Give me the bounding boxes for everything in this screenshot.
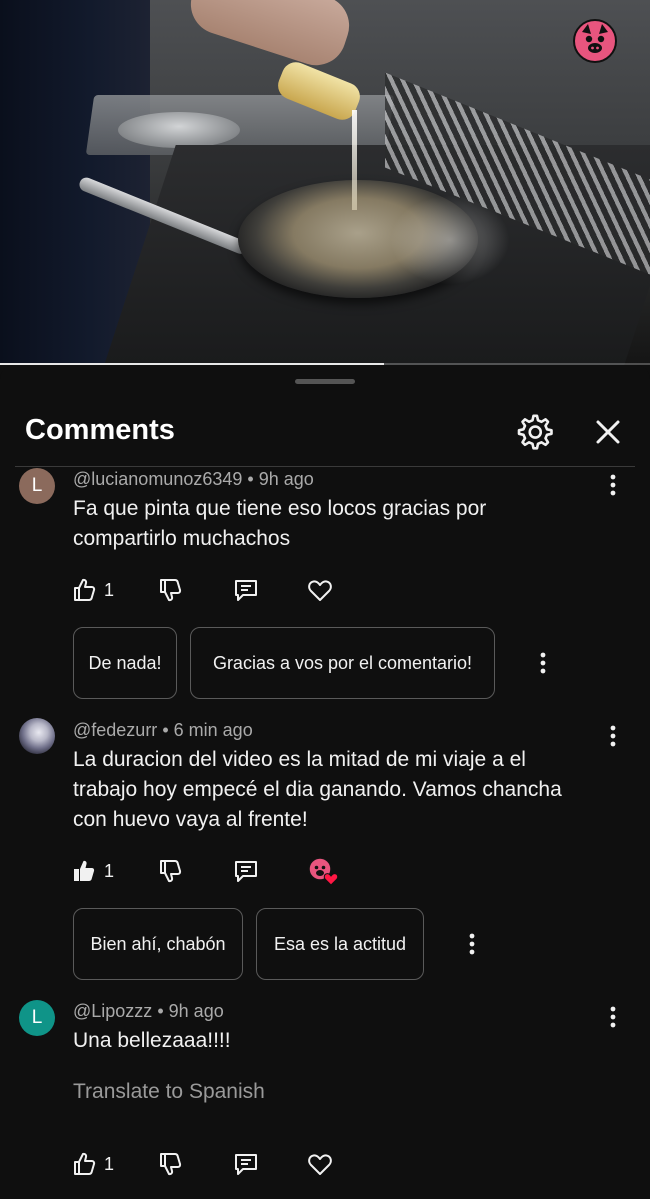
reply-suggestion-chip[interactable]: Esa es la actitud xyxy=(256,908,424,980)
dislike-button[interactable] xyxy=(156,573,184,607)
comment-author[interactable]: @lucianomunoz6349 xyxy=(73,469,242,489)
comment-text: La duracion del video es la mitad de mi … xyxy=(73,745,613,835)
video-frame-arm xyxy=(183,0,357,74)
like-button[interactable]: 1 xyxy=(70,1147,114,1181)
comment-author[interactable]: @fedezurr xyxy=(73,720,157,740)
heart-icon xyxy=(308,580,332,601)
heart-button[interactable] xyxy=(306,1147,334,1181)
meta-separator: • xyxy=(247,469,254,489)
reply-button[interactable] xyxy=(232,1147,260,1181)
comment-actions: 1 xyxy=(70,573,370,607)
comment-actions: 1 xyxy=(70,854,370,888)
video-player[interactable] xyxy=(0,0,650,365)
reply-icon xyxy=(235,580,257,601)
more-options-icon[interactable] xyxy=(530,648,556,678)
translate-link[interactable]: Translate to Spanish xyxy=(73,1080,265,1104)
comment-author[interactable]: @Lipozzz xyxy=(73,1001,152,1021)
drag-handle[interactable] xyxy=(295,379,355,384)
comment-text-line: compartirlo muchachos xyxy=(73,527,291,550)
comment-text: Una bellezaaa!!!! xyxy=(73,1026,613,1056)
comment-text: Fa que pinta que tiene eso locos gracias… xyxy=(73,494,613,554)
comment-text-line: con huevo vaya al frente! xyxy=(73,808,308,831)
like-button[interactable]: 1 xyxy=(70,854,114,888)
comment-actions: 1 xyxy=(70,1147,370,1181)
comment-meta: @fedezurr • 6 min ago xyxy=(73,720,253,741)
avatar[interactable]: L xyxy=(19,1000,55,1036)
comment-text-line: Una bellezaaa!!!! xyxy=(73,1029,231,1052)
comment-meta: @lucianomunoz6349 • 9h ago xyxy=(73,469,314,490)
meta-separator: • xyxy=(162,720,169,740)
thumbs-down-icon xyxy=(160,1153,182,1176)
video-frame-steam xyxy=(390,195,510,285)
heart-icon xyxy=(308,1154,332,1175)
reply-suggestion-chip[interactable]: Gracias a vos por el comentario! xyxy=(190,627,495,699)
comment-meta: @Lipozzz • 9h ago xyxy=(73,1001,224,1022)
header-divider xyxy=(15,466,635,467)
gear-icon[interactable] xyxy=(514,411,556,453)
creator-heart-icon xyxy=(308,857,339,886)
like-count: 1 xyxy=(104,579,115,600)
comment-text-line: trabajo hoy empecé el dia ganando. Vamos… xyxy=(73,778,562,801)
comment-time: 9h ago xyxy=(258,469,314,489)
video-frame-pour xyxy=(352,110,357,210)
comment-time: 9h ago xyxy=(168,1001,224,1021)
comment-text-line: Fa que pinta que tiene eso locos gracias… xyxy=(73,497,487,520)
reply-button[interactable] xyxy=(232,573,260,607)
pig-mascot-logo-icon xyxy=(573,19,617,63)
avatar[interactable] xyxy=(19,718,55,754)
like-button[interactable]: 1 xyxy=(70,573,114,607)
comment-text-line: La duracion del video es la mitad de mi … xyxy=(73,748,526,771)
thumbs-down-icon xyxy=(160,860,182,883)
reply-suggestion-chip[interactable]: Bien ahí, chabón xyxy=(73,908,243,980)
avatar[interactable]: L xyxy=(19,468,55,504)
thumbs-up-filled-icon xyxy=(74,860,95,881)
thumbs-up-icon xyxy=(74,1152,96,1175)
comments-header: Comments xyxy=(0,401,650,465)
comment-time: 6 min ago xyxy=(173,720,253,740)
heart-button[interactable] xyxy=(306,573,334,607)
more-options-icon[interactable] xyxy=(459,929,485,959)
creator-heart-button[interactable] xyxy=(306,854,340,888)
thumbs-down-icon xyxy=(160,579,182,602)
video-frame-pot-lid xyxy=(118,112,240,148)
reply-icon xyxy=(235,861,257,882)
reply-icon xyxy=(235,1154,257,1175)
meta-separator: • xyxy=(157,1001,164,1021)
like-count: 1 xyxy=(104,1153,115,1174)
dislike-button[interactable] xyxy=(156,1147,184,1181)
thumbs-up-icon xyxy=(74,578,96,601)
reply-suggestion-chip[interactable]: De nada! xyxy=(73,627,177,699)
reply-button[interactable] xyxy=(232,854,260,888)
like-count: 1 xyxy=(104,860,115,881)
close-icon[interactable] xyxy=(589,413,627,451)
dislike-button[interactable] xyxy=(156,854,184,888)
comments-title: Comments xyxy=(25,414,175,446)
